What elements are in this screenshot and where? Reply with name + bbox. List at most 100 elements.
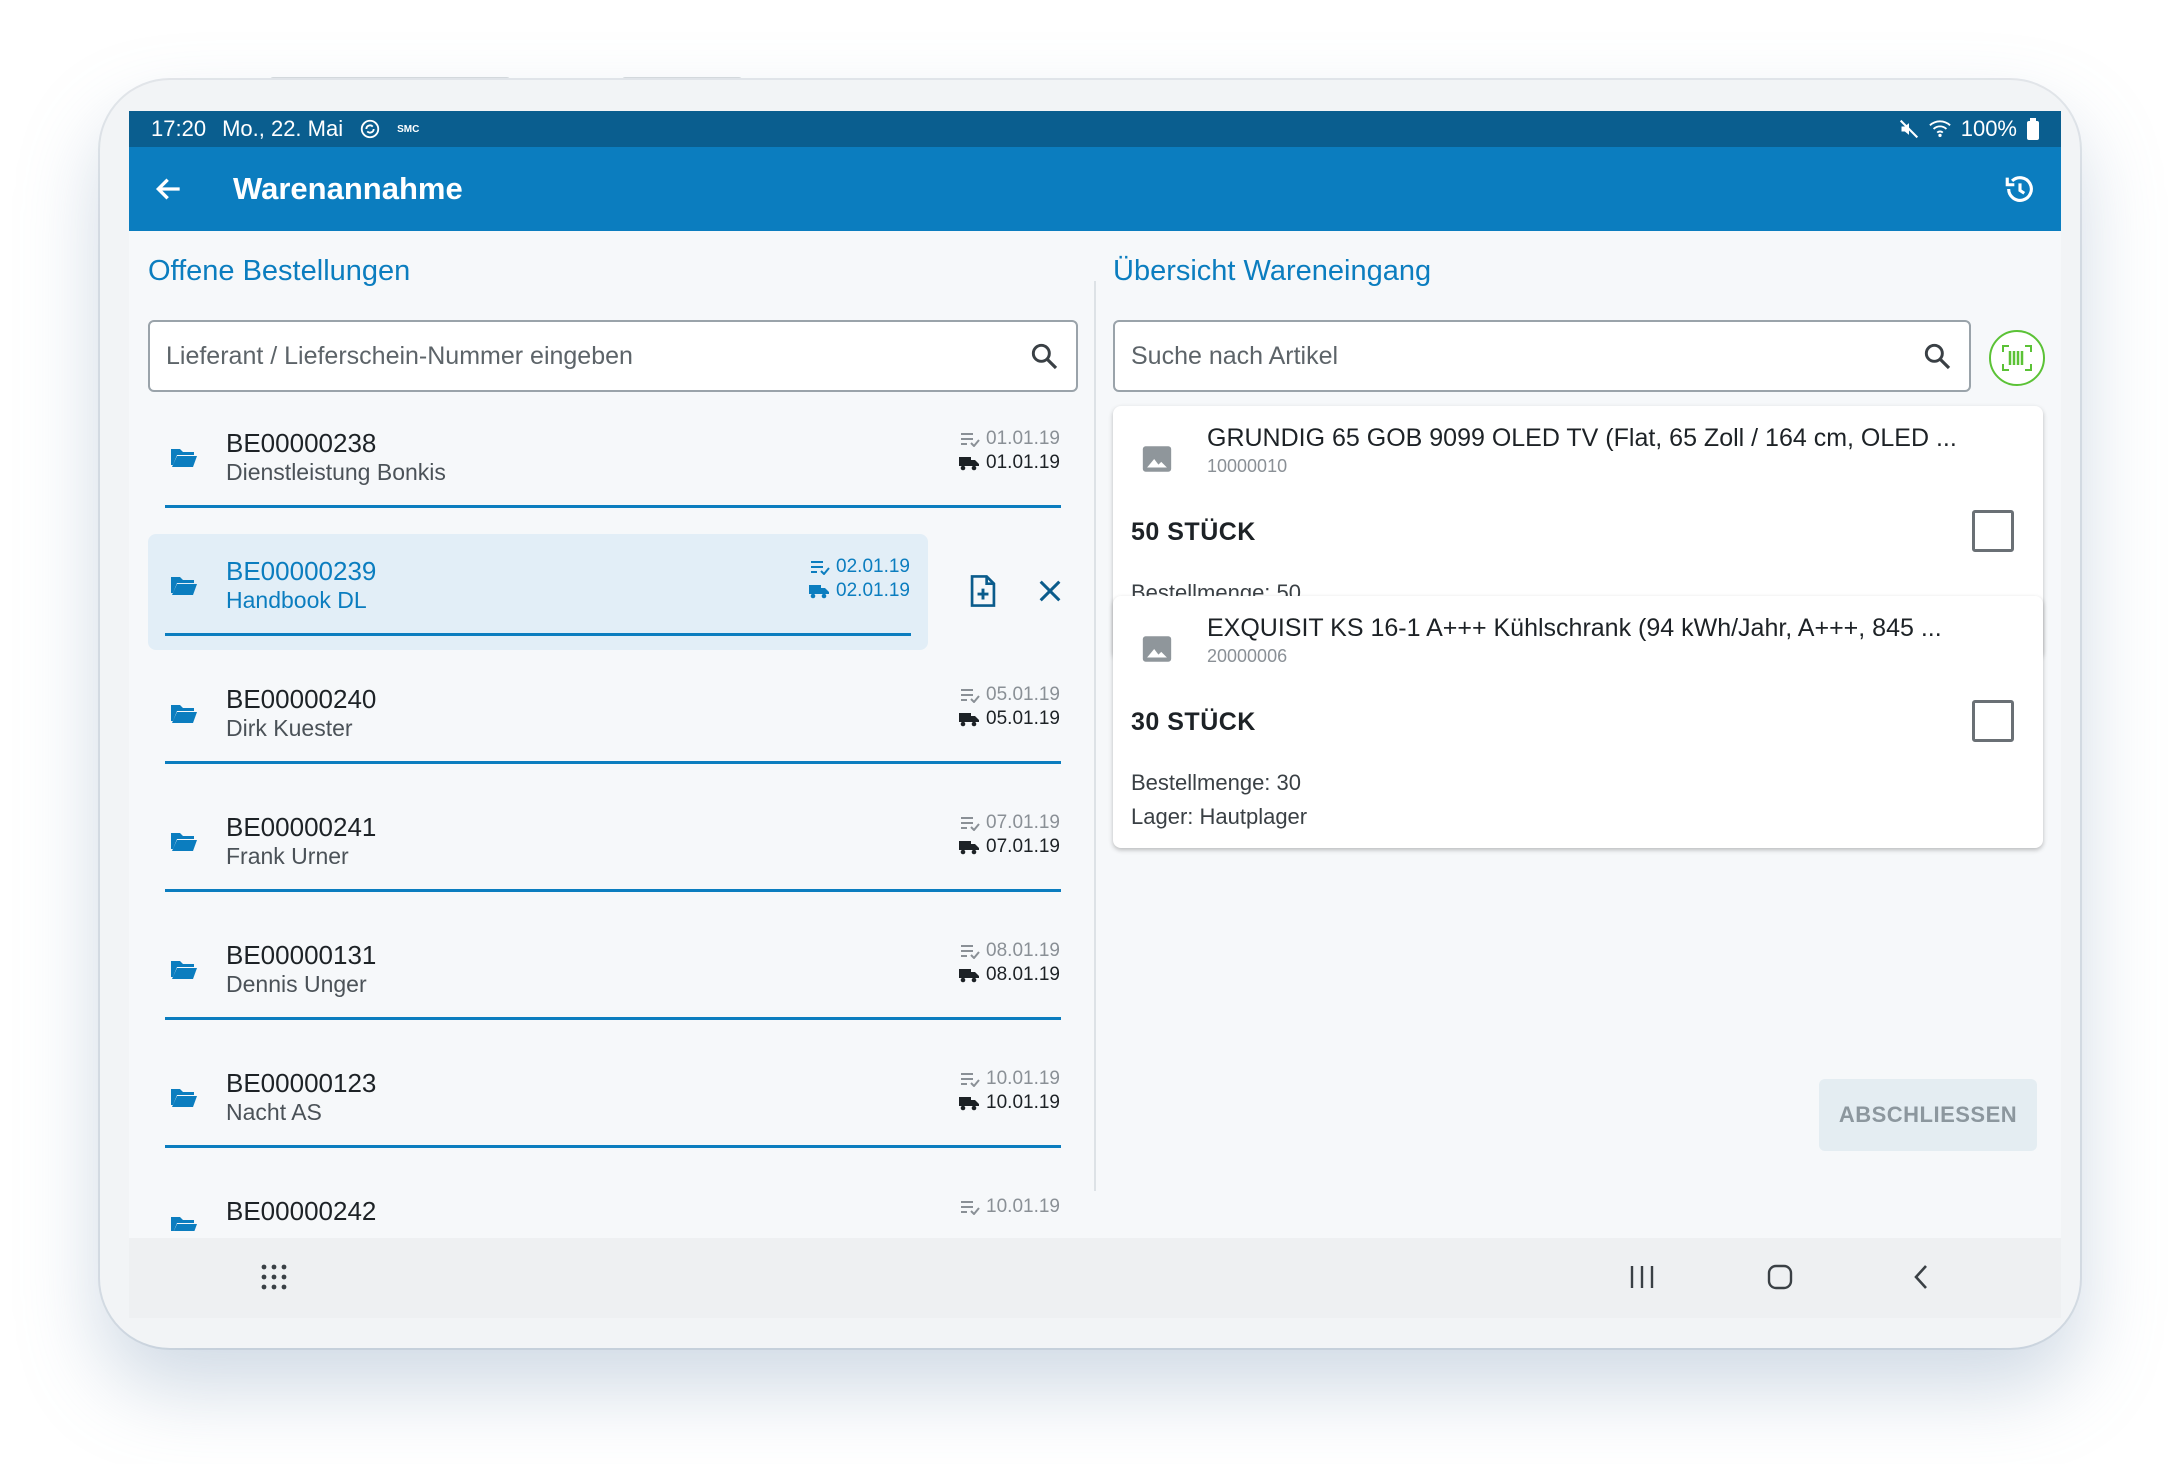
order-date: 10.01.19	[986, 1196, 1060, 1217]
open-orders-title: Offene Bestellungen	[148, 255, 411, 287]
supplier-search-input[interactable]: Lieferant / Lieferschein-Nummer eingeben	[148, 320, 1078, 392]
status-smc-label: SMC	[397, 123, 420, 135]
order-divider-line	[165, 633, 911, 636]
delivery-date: 10.01.19	[986, 1092, 1060, 1113]
article-title: GRUNDIG 65 GOB 9099 OLED TV (Flat, 65 Zo…	[1207, 424, 1957, 452]
delivery-date: 05.01.19	[986, 708, 1060, 729]
folder-icon	[170, 1214, 198, 1231]
order-supplier-name: Dienstleistung Bonkis	[226, 459, 446, 485]
order-number: BE00000242	[226, 1196, 377, 1226]
article-received-checkbox[interactable]	[1972, 510, 2014, 552]
back-arrow-icon[interactable]	[153, 173, 185, 205]
folder-icon	[170, 830, 198, 852]
order-number: BE00000238	[226, 428, 377, 458]
column-divider	[1094, 281, 1096, 1191]
search-icon[interactable]	[1028, 340, 1060, 372]
image-placeholder-icon	[1139, 442, 1175, 476]
article-quantity: 50 STÜCK	[1131, 518, 1256, 546]
order-dates: 10.01.19	[960, 1196, 1060, 1218]
truck-icon	[958, 711, 980, 727]
order-dates: 08.01.19 08.01.19	[958, 940, 1060, 986]
article-received-checkbox[interactable]	[1972, 700, 2014, 742]
folder-icon	[170, 446, 198, 468]
recent-apps-icon[interactable]	[1628, 1262, 1656, 1292]
order-supplier-name: Dirk Kuester	[226, 715, 353, 741]
close-icon[interactable]	[1036, 574, 1064, 608]
truck-icon	[958, 839, 980, 855]
order-divider-line	[165, 761, 1061, 764]
order-dates: 05.01.19 05.01.19	[958, 684, 1060, 730]
order-date: 02.01.19	[836, 556, 910, 577]
delivery-date: 02.01.19	[836, 580, 910, 601]
truck-icon	[808, 583, 830, 599]
order-supplier-name: Dennis Unger	[226, 971, 367, 997]
mute-icon	[1899, 119, 1919, 139]
article-quantity: 30 STÜCK	[1131, 708, 1256, 736]
order-divider-line	[165, 1017, 1061, 1020]
truck-icon	[958, 967, 980, 983]
order-number: BE00000131	[226, 940, 377, 970]
finish-button[interactable]: ABSCHLIESSEN	[1819, 1079, 2037, 1151]
order-list-item[interactable]: BE00000239 Handbook DL 02.01.19 02.01.19	[148, 534, 1078, 650]
back-nav-icon[interactable]	[1909, 1262, 1933, 1292]
status-bar: 17:20 Mo., 22. Mai SMC 100%	[129, 111, 2061, 147]
add-document-icon[interactable]	[968, 574, 998, 608]
order-dates: 02.01.19 02.01.19	[808, 556, 910, 602]
truck-icon	[958, 1095, 980, 1111]
home-icon[interactable]	[1765, 1262, 1795, 1292]
folder-icon	[170, 574, 198, 596]
order-list-item[interactable]: BE00000131 Dennis Unger 08.01.19 08.01.19	[148, 918, 1078, 1034]
order-divider-line	[165, 1145, 1061, 1148]
wifi-icon	[1929, 119, 1951, 139]
article-search-placeholder: Suche nach Artikel	[1131, 341, 1339, 370]
order-list-item[interactable]: BE00000240 Dirk Kuester 05.01.19 05.01.19	[148, 662, 1078, 778]
order-list-item[interactable]: BE00000241 Frank Urner 07.01.19 07.01.19	[148, 790, 1078, 906]
order-supplier-name: Frank Urner	[226, 843, 349, 869]
order-list-item[interactable]: BE00000238 Dienstleistung Bonkis 01.01.19 0…	[148, 406, 1078, 522]
order-list-item[interactable]: BE00000123 Nacht AS 10.01.19 10.01.19	[148, 1046, 1078, 1162]
battery-icon	[2027, 118, 2039, 140]
folder-icon	[170, 702, 198, 724]
folder-icon	[170, 1086, 198, 1108]
app-bar: Warenannahme	[129, 147, 2061, 231]
order-date-icon	[960, 431, 980, 447]
folder-icon	[170, 958, 198, 980]
history-icon[interactable]	[2003, 172, 2037, 206]
order-date-icon	[960, 687, 980, 703]
goods-receipt-title: Übersicht Wareneingang	[1113, 255, 1432, 287]
order-date-icon	[960, 943, 980, 959]
order-date-icon	[810, 559, 830, 575]
order-date-icon	[960, 815, 980, 831]
article-order-quantity: Bestellmenge: 30	[1131, 770, 1301, 795]
battery-percent: 100%	[1960, 116, 2017, 141]
screen: 17:20 Mo., 22. Mai SMC 100% Warenannahme	[129, 111, 2061, 1318]
order-list: BE00000238 Dienstleistung Bonkis 01.01.19 0…	[148, 406, 1078, 1231]
article-storage: Lager: Hautplager	[1131, 804, 1308, 829]
order-supplier-name: Handbook DL	[226, 587, 367, 613]
app-drawer-icon[interactable]	[259, 1262, 289, 1292]
image-placeholder-icon	[1139, 632, 1175, 666]
order-number: BE00000241	[226, 812, 377, 842]
delivery-date: 01.01.19	[986, 452, 1060, 473]
order-divider-line	[165, 505, 1061, 508]
order-number: BE00000240	[226, 684, 377, 714]
article-search-input[interactable]: Suche nach Artikel	[1113, 320, 1971, 392]
status-time: 17:20	[151, 116, 207, 141]
system-nav-bar	[129, 1238, 2061, 1318]
barcode-scan-button[interactable]	[1989, 330, 2045, 386]
goods-receipt-panel: Übersicht Wareneingang Suche nach Artike…	[1113, 231, 2045, 1238]
article-card[interactable]: EXQUISIT KS 16-1 A+++ Kühlschrank (94 kW…	[1113, 596, 2043, 848]
order-number: BE00000123	[226, 1068, 377, 1098]
truck-icon	[958, 455, 980, 471]
order-date-icon	[960, 1071, 980, 1087]
open-orders-panel: Offene Bestellungen Lieferant / Liefersc…	[148, 231, 1078, 1238]
status-date: Mo., 22. Mai	[222, 116, 344, 141]
search-icon[interactable]	[1921, 340, 1953, 372]
supplier-search-placeholder: Lieferant / Lieferschein-Nummer eingeben	[166, 341, 633, 370]
order-list-item[interactable]: BE00000242 10.01.19	[148, 1174, 1078, 1231]
article-id: 10000010	[1207, 456, 1288, 476]
order-date: 10.01.19	[986, 1068, 1060, 1089]
order-date: 08.01.19	[986, 940, 1060, 961]
delivery-date: 08.01.19	[986, 964, 1060, 985]
order-dates: 10.01.19 10.01.19	[958, 1068, 1060, 1114]
